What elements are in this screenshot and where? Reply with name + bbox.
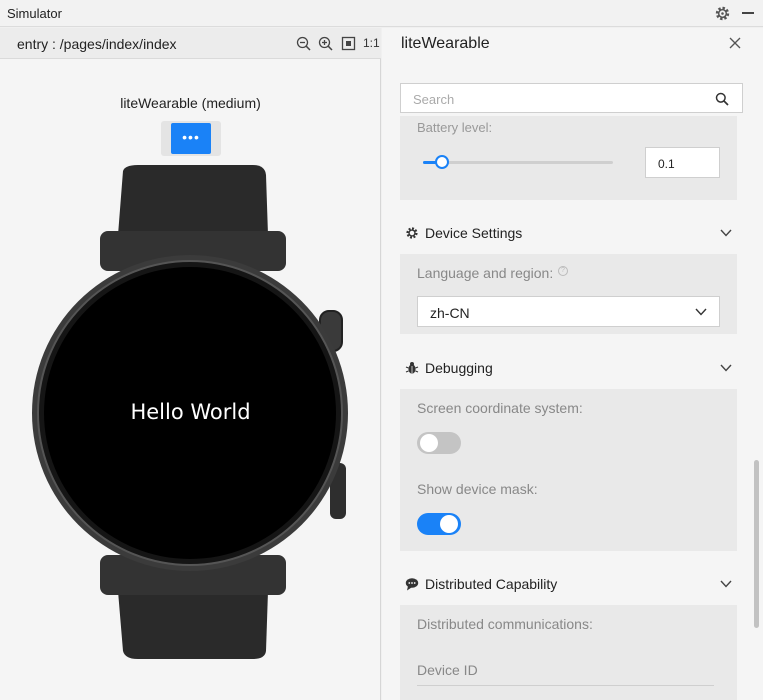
settings-panel: liteWearable Search Battery level: 0.1 D… <box>382 28 763 700</box>
zoom-out-icon[interactable] <box>296 36 311 51</box>
device-settings-header[interactable]: Device Settings <box>400 220 743 246</box>
language-value: zh-CN <box>430 305 470 321</box>
distributed-communications-label: Distributed communications: <box>417 616 593 632</box>
settings-title: liteWearable <box>401 35 490 52</box>
settings-header: liteWearable <box>382 28 763 60</box>
toggle-knob <box>440 515 458 533</box>
device-mask-label: Show device mask: <box>417 481 538 497</box>
coordinate-system-label: Screen coordinate system: <box>417 400 583 416</box>
watch-strap-bottom <box>118 591 268 659</box>
help-icon[interactable]: ? <box>558 266 568 276</box>
chevron-down-icon[interactable] <box>720 364 732 372</box>
distributed-card: Distributed communications: Device ID <box>400 605 737 700</box>
language-select[interactable]: zh-CN <box>417 296 720 327</box>
more-options-button[interactable]: ••• <box>171 123 211 154</box>
gear-icon[interactable] <box>714 5 731 22</box>
chevron-down-icon[interactable] <box>720 229 732 237</box>
language-card: Language and region: ? zh-CN <box>400 254 737 334</box>
distributed-header[interactable]: Distributed Capability <box>400 571 743 597</box>
page-route: entry : /pages/index/index <box>17 36 177 52</box>
debugging-card: Screen coordinate system: Show device ma… <box>400 389 737 551</box>
watch-strap-top <box>118 165 268 235</box>
debugging-header[interactable]: Debugging <box>400 355 743 381</box>
distributed-title: Distributed Capability <box>425 576 558 592</box>
minimize-button[interactable] <box>742 12 754 14</box>
battery-slider-thumb[interactable] <box>435 155 449 169</box>
device-id-label: Device ID <box>417 662 478 678</box>
zoom-in-icon[interactable] <box>318 36 333 51</box>
screen-text: Hello World <box>130 400 251 424</box>
actual-size-button[interactable]: 1:1 <box>363 36 380 50</box>
debugging-title: Debugging <box>425 360 493 376</box>
window-title: Simulator <box>7 6 62 21</box>
battery-slider[interactable] <box>423 161 613 164</box>
battery-card: Battery level: 0.1 <box>400 116 737 200</box>
search-placeholder: Search <box>413 92 455 107</box>
chat-bubble-icon <box>405 578 419 591</box>
bug-icon <box>405 362 419 374</box>
title-bar: Simulator <box>0 0 763 27</box>
device-id-underline <box>417 685 714 686</box>
battery-label: Battery level: <box>417 120 493 135</box>
chevron-down-icon <box>695 308 707 316</box>
search-icon[interactable] <box>715 92 729 106</box>
gear-icon <box>406 227 418 239</box>
toggle-knob <box>420 434 438 452</box>
coordinate-system-toggle[interactable] <box>417 432 461 454</box>
chevron-down-icon[interactable] <box>720 580 732 588</box>
device-label: liteWearable (medium) <box>120 95 261 111</box>
close-icon[interactable] <box>728 36 742 50</box>
search-input[interactable]: Search <box>400 83 743 113</box>
device-mask-toggle[interactable] <box>417 513 461 535</box>
battery-value-input[interactable]: 0.1 <box>645 147 720 178</box>
language-label: Language and region: <box>417 265 554 281</box>
preview-panel: entry : /pages/index/index 1:1 liteWeara… <box>0 28 381 700</box>
device-settings-title: Device Settings <box>425 225 523 241</box>
preview-toolbar: entry : /pages/index/index 1:1 <box>0 28 381 59</box>
fit-screen-icon[interactable] <box>341 36 356 51</box>
scrollbar[interactable] <box>754 460 759 628</box>
